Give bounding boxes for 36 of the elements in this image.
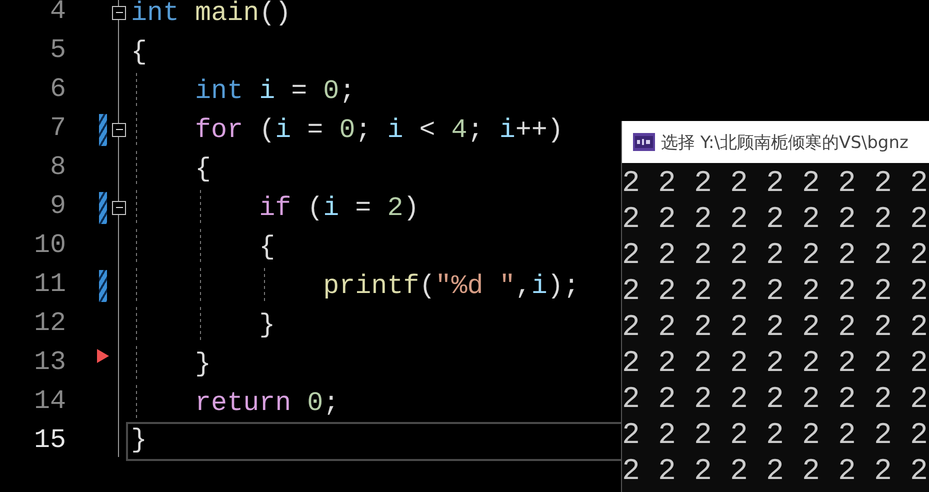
line-number: 6: [48, 74, 66, 107]
window-title: 选择 Y:\北顾南栀倾寒的VS\bgnz: [661, 132, 908, 154]
code-line: for (i = 0; i < 4; i++): [131, 112, 564, 147]
line-number: 5: [48, 35, 66, 68]
console-output-line: 2 2 2 2 2 2 2 2 2: [622, 454, 929, 490]
code-line: if (i = 2): [131, 190, 420, 225]
collapse-icon[interactable]: [112, 122, 126, 136]
terminal-icon: [633, 133, 655, 151]
line-number: 11: [32, 269, 66, 302]
code-line: {: [131, 37, 148, 69]
line-number: 7: [48, 113, 66, 146]
line-number: 12: [32, 308, 66, 341]
code-line: }: [131, 307, 276, 342]
console-output-line: 2 2 2 2 2 2 2 2 2: [622, 274, 929, 310]
line-number: 4: [48, 0, 66, 29]
code-line: }: [131, 425, 148, 458]
line-number: 8: [48, 152, 66, 185]
line-number: 15: [32, 425, 66, 458]
line-number: 10: [32, 230, 66, 263]
code-line: {: [131, 229, 276, 264]
console-output-line: 2 2 2 2 2 2 2 2 2: [622, 346, 929, 382]
line-number: 13: [32, 347, 66, 380]
console-output-line: 2 2 2 2 2 2 2 2 2: [622, 238, 929, 274]
code-line: int main(): [131, 0, 292, 30]
console-output-line: 2 2 2 2 2 2 2 2 2: [622, 382, 929, 418]
line-number: 9: [48, 191, 66, 224]
console-output-line: 2 2 2 2 2 2 2 2 2: [622, 202, 929, 238]
code-line: int i = 0;: [131, 73, 356, 108]
code-line: printf("%d ",i);: [131, 268, 580, 303]
console-output-line: 2 2 2 2 2 2 2 2 2: [622, 310, 929, 346]
code-line: return 0;: [131, 385, 340, 420]
collapse-icon[interactable]: [112, 200, 126, 214]
console-output-line: 2 2 2 2 2 2 2 2 2: [622, 166, 929, 202]
collapse-icon[interactable]: [112, 6, 126, 20]
console-output-line: 2 2 2 2 2 2 2 2 2: [622, 418, 929, 454]
line-number: 14: [32, 386, 66, 419]
